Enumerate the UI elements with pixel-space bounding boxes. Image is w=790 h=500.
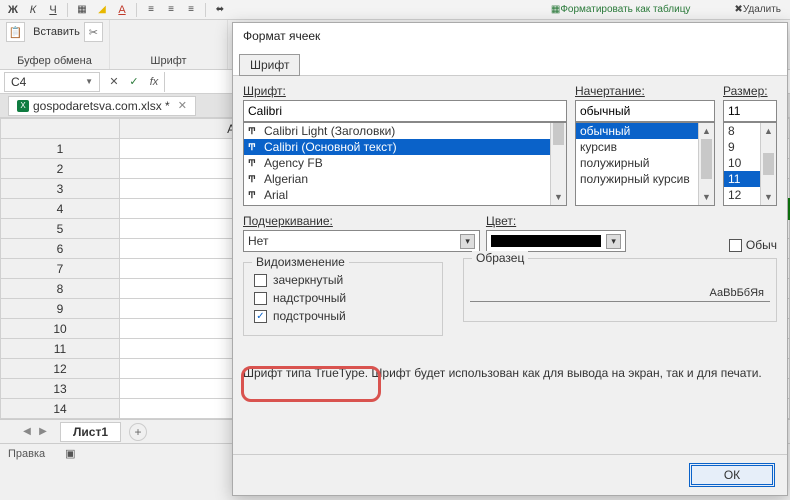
name-box[interactable]: C4▼: [4, 72, 100, 92]
row-header[interactable]: 9: [1, 299, 120, 319]
border-button[interactable]: ▦: [73, 2, 91, 18]
clipboard-group-label: Буфер обмена: [6, 55, 103, 67]
font-name-input[interactable]: [243, 100, 567, 122]
style-listbox[interactable]: обычныйкурсивполужирныйполужирный курсив…: [575, 122, 715, 206]
select-all-corner[interactable]: [1, 119, 120, 139]
list-item[interactable]: ͲCalibri (Основной текст): [244, 139, 566, 155]
bold-button[interactable]: Ж: [4, 2, 22, 18]
effects-legend: Видоизменение: [252, 255, 349, 269]
size-listbox[interactable]: 8910111214▲▼: [723, 122, 777, 206]
excel-icon: X: [17, 100, 29, 112]
fx-icon[interactable]: fx: [145, 73, 163, 91]
macro-record-icon[interactable]: ▣: [65, 447, 75, 460]
font-color-button[interactable]: А: [113, 2, 131, 18]
paste-label: Вставить: [33, 22, 80, 42]
chevron-down-icon[interactable]: ▼: [85, 77, 93, 86]
font-label: Шрифт:: [243, 84, 567, 98]
effects-group: Видоизменение зачеркнутый надстрочный ✓п…: [243, 262, 443, 336]
color-label: Цвет:: [486, 214, 723, 228]
list-item[interactable]: ͲArial: [244, 187, 566, 203]
cut-icon[interactable]: ✂: [84, 22, 103, 42]
normal-font-checkbox[interactable]: Обыч: [729, 238, 777, 252]
row-header[interactable]: 13: [1, 379, 120, 399]
fill-color-button[interactable]: ◢: [93, 2, 111, 18]
italic-button[interactable]: К: [24, 2, 42, 18]
subscript-checkbox[interactable]: ✓подстрочный: [254, 307, 432, 325]
font-listbox[interactable]: ͲCalibri Light (Заголовки)ͲCalibri (Осно…: [243, 122, 567, 206]
sheet-nav-prev-icon[interactable]: ▶: [36, 425, 50, 439]
list-item[interactable]: ͲCalibri Light (Заголовки): [244, 123, 566, 139]
paste-icon[interactable]: 📋: [6, 22, 25, 42]
add-sheet-icon[interactable]: +: [129, 423, 147, 441]
list-item[interactable]: ͲArial Black: [244, 203, 566, 206]
chevron-down-icon[interactable]: ▾: [606, 234, 621, 249]
align-right-button[interactable]: ≡: [182, 2, 200, 18]
superscript-checkbox[interactable]: надстрочный: [254, 289, 432, 307]
font-group-label: Шрифт: [116, 55, 221, 67]
format-cells-dialog: Формат ячеек Шрифт Шрифт: ͲCalibri Light…: [232, 22, 788, 496]
row-header[interactable]: 4: [1, 199, 120, 219]
format-table-icon[interactable]: ▦ Форматировать как таблицу: [546, 2, 696, 18]
chevron-down-icon[interactable]: ▾: [460, 234, 475, 249]
sheet-nav-first-icon[interactable]: ◀: [20, 425, 34, 439]
align-left-button[interactable]: ≡: [142, 2, 160, 18]
row-header[interactable]: 5: [1, 219, 120, 239]
row-header[interactable]: 14: [1, 399, 120, 419]
tab-font[interactable]: Шрифт: [239, 54, 300, 76]
ok-button[interactable]: ОК: [689, 463, 775, 487]
color-combo[interactable]: ▾: [486, 230, 626, 252]
underline-combo[interactable]: Нет ▾: [243, 230, 480, 252]
close-workbook-icon[interactable]: ✕: [178, 99, 187, 112]
underline-label: Подчеркивание:: [243, 214, 480, 228]
sample-group: Образец АаВbБбЯя: [463, 258, 777, 322]
row-header[interactable]: 6: [1, 239, 120, 259]
underline-button[interactable]: Ч: [44, 2, 62, 18]
row-header[interactable]: 3: [1, 179, 120, 199]
align-center-button[interactable]: ≡: [162, 2, 180, 18]
row-header[interactable]: 10: [1, 319, 120, 339]
row-header[interactable]: 7: [1, 259, 120, 279]
list-item[interactable]: полужирный: [576, 155, 714, 171]
dialog-title: Формат ячеек: [233, 23, 787, 53]
row-header[interactable]: 2: [1, 159, 120, 179]
list-item[interactable]: полужирный курсив: [576, 171, 714, 187]
font-style-input[interactable]: [575, 100, 715, 122]
style-label: Начертание:: [575, 84, 715, 98]
sample-text: АаВbБбЯя: [470, 273, 770, 302]
row-header[interactable]: 12: [1, 359, 120, 379]
sample-legend: Образец: [472, 251, 528, 265]
dialog-tabs: Шрифт: [233, 53, 787, 76]
status-mode: Правка: [8, 448, 45, 460]
font-size-input[interactable]: [723, 100, 777, 122]
confirm-edit-icon[interactable]: ✓: [125, 73, 143, 91]
list-item[interactable]: ͲAgency FB: [244, 155, 566, 171]
delete-button[interactable]: ✖ Удалить: [729, 2, 786, 18]
cancel-edit-icon[interactable]: ✕: [105, 73, 123, 91]
sheet-tab[interactable]: Лист1: [60, 422, 121, 442]
row-header[interactable]: 8: [1, 279, 120, 299]
truetype-info: Шрифт типа TrueType. Шрифт будет использ…: [243, 366, 777, 380]
strikethrough-checkbox[interactable]: зачеркнутый: [254, 271, 432, 289]
ribbon-formatting-row: Ж К Ч ▦ ◢ А ≡ ≡ ≡ ⬌ ▦ Форматировать как …: [0, 0, 790, 20]
row-header[interactable]: 1: [1, 139, 120, 159]
row-header[interactable]: 11: [1, 339, 120, 359]
workbook-tab[interactable]: X gospodaretsva.com.xlsx * ✕: [8, 96, 196, 116]
list-item[interactable]: обычный: [576, 123, 714, 139]
merge-button[interactable]: ⬌: [211, 2, 229, 18]
size-label: Размер:: [723, 84, 777, 98]
list-item[interactable]: ͲAlgerian: [244, 171, 566, 187]
list-item[interactable]: курсив: [576, 139, 714, 155]
